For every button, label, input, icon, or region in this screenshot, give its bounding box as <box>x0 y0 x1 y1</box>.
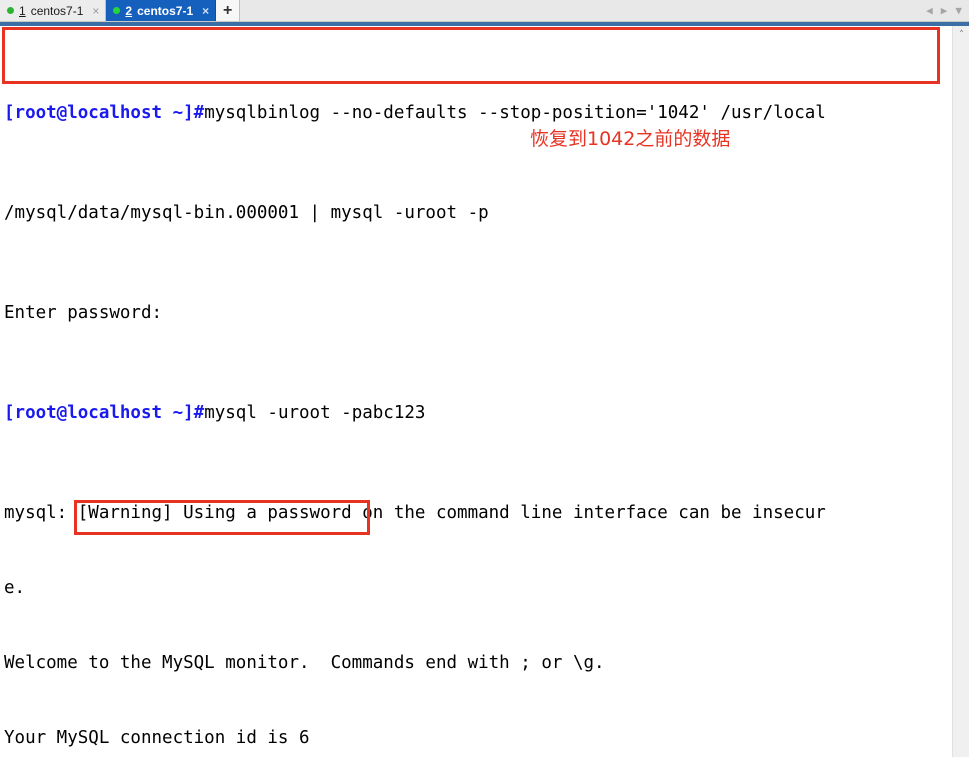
close-icon[interactable]: × <box>92 5 99 17</box>
close-icon[interactable]: × <box>202 5 209 17</box>
terminal-line-text: /mysql/data/mysql-bin.000001 | mysql -ur… <box>4 203 489 223</box>
tab-list-chevron-down-icon[interactable]: ▼ <box>955 5 962 16</box>
terminal-line: Enter password: <box>4 301 940 326</box>
terminal-line: mysql: [Warning] Using a password on the… <box>4 501 940 526</box>
new-tab-button[interactable]: + <box>216 0 241 21</box>
terminal-line: /mysql/data/mysql-bin.000001 | mysql -ur… <box>4 201 940 226</box>
terminal-line-text: mysql: [Warning] Using a password on the… <box>4 503 826 523</box>
terminal-line: [root@localhost ~]#mysql -uroot -pabc123 <box>4 401 940 426</box>
annotation-note-text: 恢复到1042之前的数据 <box>530 128 731 150</box>
session-status-dot-icon <box>113 7 121 14</box>
scroll-up-arrow-icon[interactable]: ˄ <box>953 26 969 43</box>
terminal-line: [root@localhost ~]#mysqlbinlog --no-defa… <box>4 101 940 126</box>
terminal-line-text: Enter password: <box>4 303 163 323</box>
terminal-line: e. <box>4 576 940 601</box>
tab-prev-arrow-icon[interactable]: ◀ <box>926 5 933 16</box>
tab-label: centos7-1 <box>137 3 194 18</box>
terminal-line-text: e. <box>4 578 26 598</box>
terminal-line-text: mysqlbinlog --no-defaults --stop-positio… <box>204 103 826 123</box>
tab-number: 1 <box>19 3 26 18</box>
tab-bar: 1 centos7-1 × 2 centos7-1 × + ◀ ▶ ▼ <box>0 0 969 22</box>
tab-centos7-1-session1[interactable]: 1 centos7-1 × <box>0 0 107 21</box>
terminal-line: Your MySQL connection id is 6 <box>4 726 940 751</box>
tab-label: centos7-1 <box>30 3 84 18</box>
terminal-line-text: mysql -uroot -pabc123 <box>204 403 426 423</box>
terminal-output: [root@localhost ~]#mysqlbinlog --no-defa… <box>0 26 940 757</box>
tab-bar-spacer <box>240 0 927 21</box>
terminal-line-text: Your MySQL connection id is 6 <box>4 728 310 748</box>
tab-centos7-1-session2[interactable]: 2 centos7-1 × <box>106 0 217 21</box>
terminal-line: Welcome to the MySQL monitor. Commands e… <box>4 651 940 676</box>
shell-prompt: [root@localhost ~]# <box>4 103 205 123</box>
terminal-panel[interactable]: [root@localhost ~]#mysqlbinlog --no-defa… <box>0 26 969 757</box>
tab-navigation-controls: ◀ ▶ ▼ <box>926 0 969 21</box>
terminal-line-text: Welcome to the MySQL monitor. Commands e… <box>4 653 605 673</box>
tab-number: 2 <box>125 3 133 18</box>
tab-next-arrow-icon[interactable]: ▶ <box>941 5 948 16</box>
session-status-dot-icon <box>7 7 14 14</box>
shell-prompt: [root@localhost ~]# <box>4 403 205 423</box>
terminal-scrollbar[interactable]: ˄ <box>952 26 969 757</box>
